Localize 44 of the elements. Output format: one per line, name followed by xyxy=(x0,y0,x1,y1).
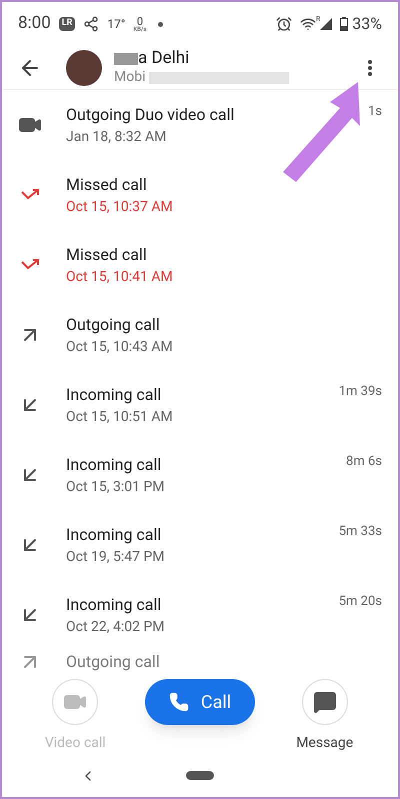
temperature-text: 17° xyxy=(107,16,126,33)
call-date: Oct 15, 3:01 PM xyxy=(66,478,166,496)
call-date: Jan 18, 8:32 AM xyxy=(66,128,168,146)
call-duration: 1s xyxy=(368,103,382,121)
call-type: Outgoing call xyxy=(66,651,161,673)
call-type: Outgoing call xyxy=(66,314,161,336)
contact-avatar xyxy=(66,50,102,86)
call-date: Oct 19, 5:47 PM xyxy=(66,548,166,566)
call-type: Missed call xyxy=(66,174,148,196)
call-type: Incoming call xyxy=(66,384,162,406)
contact-name: a Delhi xyxy=(138,48,190,70)
message-action-button[interactable] xyxy=(302,679,348,725)
call-duration: 8m 6s xyxy=(346,453,382,471)
action-label: Video call xyxy=(44,734,106,753)
signal-icon xyxy=(320,18,332,30)
action-label: Message xyxy=(296,734,354,753)
call-date: Oct 15, 10:51 AM xyxy=(66,408,174,426)
call-date: Oct 15, 10:41 AM xyxy=(66,268,174,286)
call-date: Oct 15, 10:43 AM xyxy=(66,338,174,356)
message-icon xyxy=(312,690,337,714)
call-type: Missed call xyxy=(66,244,148,266)
battery-icon xyxy=(340,17,348,31)
redaction-block xyxy=(114,52,138,65)
more-options-icon xyxy=(368,60,372,76)
share-icon xyxy=(83,16,100,32)
speed-value: 0 xyxy=(136,16,144,26)
call-duration: 1m 39s xyxy=(338,383,382,401)
app-badge-icon: LR xyxy=(58,17,76,31)
call-type: Incoming call xyxy=(66,454,162,476)
call-button[interactable]: Call xyxy=(144,679,256,725)
call-type: Incoming call xyxy=(66,594,162,616)
call-type: Outgoing Duo video call xyxy=(66,104,236,126)
phone-icon xyxy=(168,692,189,712)
call-date: Oct 15, 10:37 AM xyxy=(66,198,174,216)
call-duration: 5m 33s xyxy=(338,523,382,541)
contact-subtitle: Mobi xyxy=(114,69,146,87)
call-duration: 5m 20s xyxy=(338,593,382,611)
wifi-icon xyxy=(300,16,316,32)
call-date: Oct 22, 4:02 PM xyxy=(66,618,166,636)
battery-text: 33% xyxy=(352,13,382,35)
call-type: Incoming call xyxy=(66,524,162,546)
alarm-icon xyxy=(276,16,292,32)
status-time: 8:00 xyxy=(18,12,51,36)
home-pill[interactable] xyxy=(186,771,214,780)
